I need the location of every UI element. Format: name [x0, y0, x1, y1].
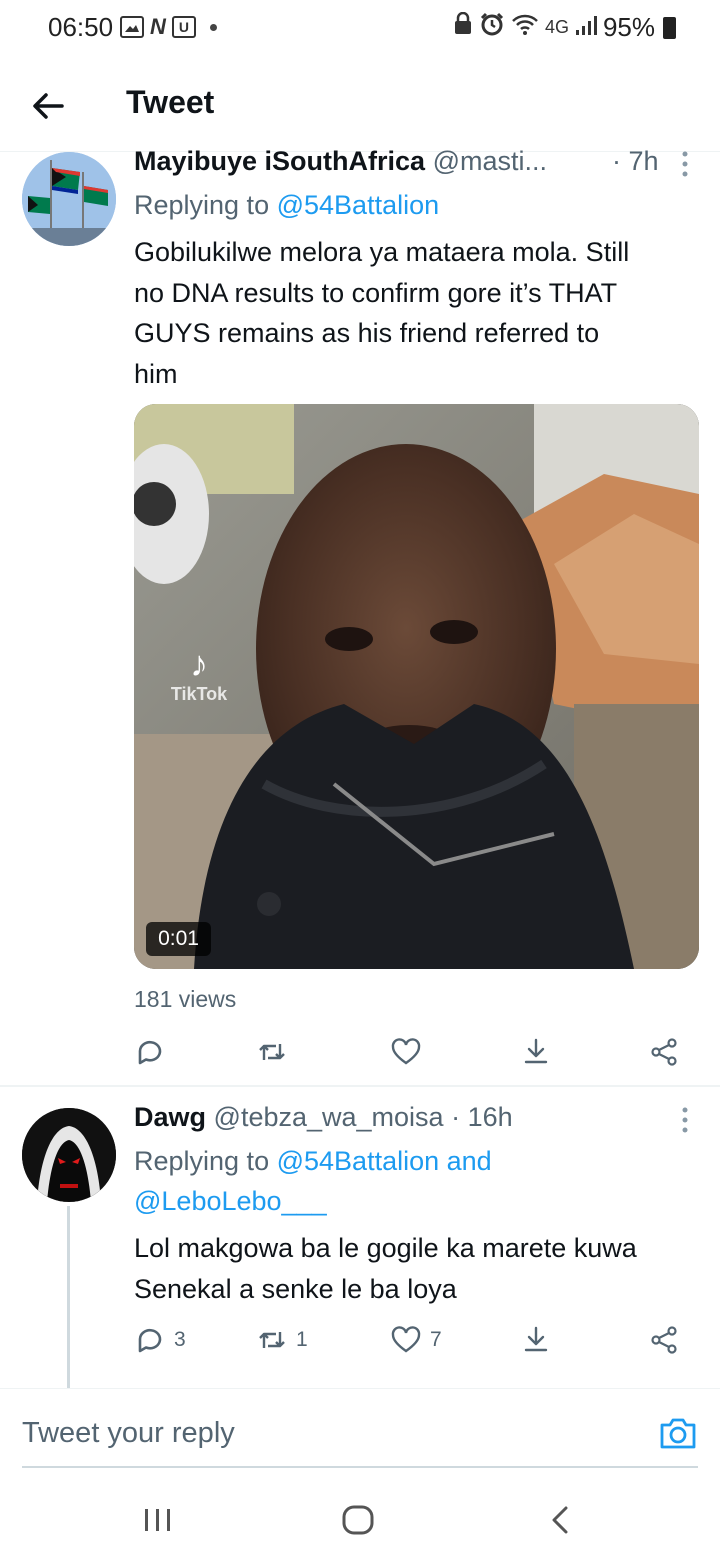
- more-vertical-icon: [682, 1107, 688, 1133]
- bookmark-button[interactable]: [520, 1320, 552, 1360]
- u-notification-icon: U: [171, 16, 196, 38]
- bookmark-button[interactable]: [520, 1032, 552, 1072]
- heart-icon: [391, 1038, 421, 1065]
- tweet-divider: [0, 1085, 720, 1087]
- video-player[interactable]: ♪ TikTok: [134, 404, 699, 969]
- share-button[interactable]: [648, 1320, 680, 1360]
- gallery-notification-icon: [120, 16, 144, 38]
- avatar[interactable]: [22, 1108, 116, 1202]
- signal-icon: [575, 12, 597, 43]
- alarm-icon: [479, 12, 505, 43]
- user-handle[interactable]: @tebza_wa_moisa: [214, 1102, 444, 1132]
- tweet-text-line: no DNA results to confirm gore it’s THAT: [134, 277, 618, 308]
- recent-apps-icon: [145, 1509, 170, 1531]
- status-time: 06:50: [48, 12, 114, 42]
- reply-icon: [138, 1328, 162, 1353]
- mention-link[interactable]: @54Battalion: [277, 1146, 440, 1176]
- reply-underline: [22, 1466, 698, 1468]
- replying-to: Replying to @54Battalion and: [134, 1146, 492, 1177]
- lock-icon: [453, 11, 473, 43]
- download-icon: [524, 1038, 548, 1064]
- more-options-button[interactable]: [670, 1104, 700, 1138]
- back-button[interactable]: [24, 82, 72, 130]
- tweet-text-line: GUYS remains as his friend referred to: [134, 318, 600, 348]
- status-bar: 06:50 N U 4G 95%: [0, 0, 720, 56]
- retweet-button[interactable]: [256, 1032, 288, 1072]
- notification-icons: N U: [120, 14, 217, 40]
- timestamp: · 16h: [451, 1102, 513, 1132]
- like-count: 7: [430, 1328, 442, 1351]
- download-icon: [524, 1326, 548, 1352]
- reply-count: 3: [174, 1328, 186, 1351]
- header: Tweet: [0, 56, 720, 152]
- tweet-author-line: Mayibuye iSouthAfrica @masti...: [134, 146, 547, 177]
- display-name[interactable]: Dawg: [134, 1102, 206, 1132]
- share-icon: [651, 1038, 677, 1066]
- system-nav-bar: [0, 1480, 720, 1560]
- home-button[interactable]: [338, 1500, 378, 1540]
- tweet-time: · 7h: [612, 146, 659, 177]
- replying-to: Replying to @54Battalion: [134, 190, 439, 221]
- home-icon: [342, 1505, 374, 1535]
- reply-button[interactable]: [134, 1032, 166, 1072]
- mention-link[interactable]: @LeboLebo___: [134, 1186, 327, 1216]
- status-right: 4G 95%: [453, 11, 676, 43]
- more-vertical-icon: [682, 151, 688, 177]
- tweet-author-line: Dawg @tebza_wa_moisa · 16h: [134, 1102, 513, 1133]
- tweet-actions: 3 1 7: [134, 1320, 686, 1360]
- page-title: Tweet: [126, 84, 215, 120]
- tweet-actions: [134, 1032, 686, 1072]
- tweet-text: Gobilukilwe melora ya mataera mola. Stil…: [134, 232, 704, 394]
- tweet-text-line: Gobilukilwe melora ya mataera mola. Stil…: [134, 237, 630, 267]
- mention-and: and: [446, 1146, 492, 1176]
- reply-input[interactable]: Tweet your reply: [22, 1417, 235, 1450]
- view-count: 181 views: [134, 986, 237, 1012]
- chevron-left-icon: [552, 1506, 568, 1534]
- tweet-text-line: Lol makgowa ba le gogile ka marete kuwa: [134, 1233, 637, 1263]
- recent-apps-button[interactable]: [138, 1500, 178, 1540]
- more-notifications-dot: [209, 23, 217, 31]
- tweet-text-line: Senekal a senke le ba loya: [134, 1273, 457, 1304]
- mention-link[interactable]: @54Battalion: [277, 190, 440, 220]
- share-icon: [651, 1326, 677, 1354]
- reply-composer: Tweet your reply: [0, 1388, 720, 1478]
- display-name[interactable]: Mayibuye iSouthAfrica: [134, 146, 425, 176]
- replying-prefix: Replying to: [134, 1146, 270, 1176]
- back-nav-button[interactable]: [540, 1500, 580, 1540]
- like-button[interactable]: [390, 1032, 422, 1072]
- tiktok-label: TikTok: [170, 684, 228, 704]
- camera-button[interactable]: [658, 1413, 698, 1453]
- camera-icon: [660, 1418, 696, 1449]
- battery-percent: 95%: [602, 12, 655, 42]
- more-options-button[interactable]: [670, 148, 700, 182]
- tweet-text-line: him: [134, 358, 178, 389]
- reply-icon: [138, 1040, 162, 1065]
- share-button[interactable]: [648, 1032, 680, 1072]
- news-notification-icon: N: [150, 14, 166, 39]
- heart-icon: [391, 1326, 421, 1353]
- video-duration: 0:01: [146, 922, 211, 956]
- user-handle[interactable]: @masti...: [433, 146, 547, 176]
- retweet-count: 1: [296, 1328, 308, 1351]
- tweet-text: Lol makgowa ba le gogile ka marete kuwa …: [134, 1228, 704, 1309]
- avatar[interactable]: [22, 152, 116, 246]
- network-type: 4G: [544, 17, 569, 37]
- arrow-left-icon: [33, 93, 64, 119]
- wifi-icon: [511, 12, 539, 43]
- timestamp: · 7h: [612, 146, 659, 176]
- retweet-icon: [259, 1044, 285, 1060]
- reply-button[interactable]: 3: [134, 1320, 186, 1360]
- retweet-button[interactable]: 1: [256, 1320, 308, 1360]
- like-button[interactable]: 7: [390, 1320, 442, 1360]
- tiktok-watermark: ♪ TikTok: [144, 644, 254, 705]
- replying-to-line-2: @LeboLebo___: [134, 1186, 327, 1217]
- thread-line: [67, 1206, 70, 1388]
- retweet-icon: [259, 1332, 285, 1348]
- battery-icon: [663, 16, 676, 39]
- replying-prefix: Replying to: [134, 190, 270, 220]
- tiktok-logo-icon: ♪: [190, 643, 208, 684]
